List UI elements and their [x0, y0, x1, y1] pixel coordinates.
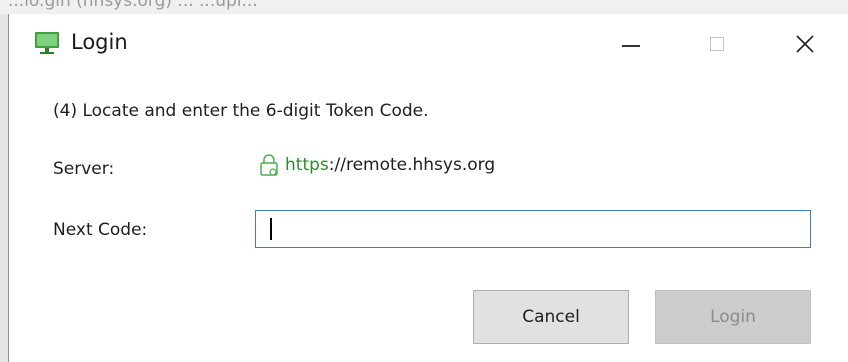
monitor-icon: [35, 32, 59, 54]
maximize-button[interactable]: [693, 22, 741, 66]
login-dialog: Login (4) Locate and enter the 6-digit T…: [8, 14, 848, 362]
close-icon: [796, 35, 814, 53]
server-label: Server:: [53, 159, 115, 179]
background-window-strip: ...lo.gin (hhsys.org) ... ...upl...: [0, 0, 848, 14]
lock-icon: [260, 154, 278, 176]
window-title: Login: [71, 30, 128, 54]
server-url: https://remote.hhsys.org: [259, 153, 495, 177]
text-cursor: [270, 218, 272, 240]
background-window-text: ...lo.gin (hhsys.org) ... ...upl...: [8, 0, 258, 11]
server-url-scheme: https: [285, 155, 329, 175]
title-bar[interactable]: Login: [9, 14, 848, 74]
minimize-icon: [622, 45, 640, 47]
minimize-button[interactable]: [607, 22, 655, 66]
cancel-button[interactable]: Cancel: [473, 290, 629, 344]
login-button[interactable]: Login: [655, 290, 811, 344]
next-code-input[interactable]: [255, 210, 811, 248]
maximize-icon: [710, 37, 724, 51]
close-button[interactable]: [781, 22, 829, 66]
server-url-host: ://remote.hhsys.org: [328, 155, 496, 175]
instruction-text: (4) Locate and enter the 6-digit Token C…: [53, 101, 429, 121]
next-code-label: Next Code:: [53, 220, 148, 240]
